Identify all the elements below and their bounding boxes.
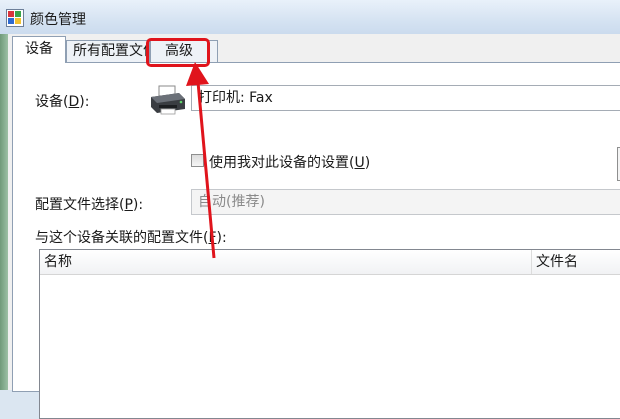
use-my-settings-checkbox[interactable]	[191, 154, 204, 167]
device-select[interactable]: 打印机: Fax	[191, 85, 620, 111]
list-header: 名称 文件名	[40, 250, 620, 275]
profile-selection-label: 配置文件选择(P):	[35, 197, 144, 213]
column-header-filename[interactable]: 文件名	[532, 250, 620, 274]
title-bar: 颜色管理	[0, 0, 620, 34]
column-header-name[interactable]: 名称	[40, 250, 532, 274]
use-my-settings-label[interactable]: 使用我对此设备的设置(U)	[209, 152, 370, 172]
color-management-icon	[6, 9, 24, 27]
tab-all-profiles[interactable]: 所有配置文件	[66, 40, 150, 62]
dialog-frame: 设备 所有配置文件 高级 设备(D): 打印机: Fax 使用我对此设备的设置(…	[8, 34, 620, 419]
devices-panel: 设备(D): 打印机: Fax 使用我对此设备的设置(U) 配置文件选择(P):…	[12, 62, 620, 419]
background-window-edge	[0, 34, 8, 390]
tab-devices[interactable]: 设备	[12, 36, 66, 63]
window-title: 颜色管理	[30, 12, 86, 28]
associated-profiles-label: 与这个设备关联的配置文件(F):	[35, 230, 227, 246]
device-label: 设备(D):	[35, 94, 90, 110]
printer-icon	[151, 85, 185, 115]
annotation-highlight-box	[146, 38, 210, 67]
associated-profiles-list[interactable]: 名称 文件名	[39, 249, 620, 419]
profile-selection-select[interactable]: 自动(推荐)	[191, 189, 620, 215]
